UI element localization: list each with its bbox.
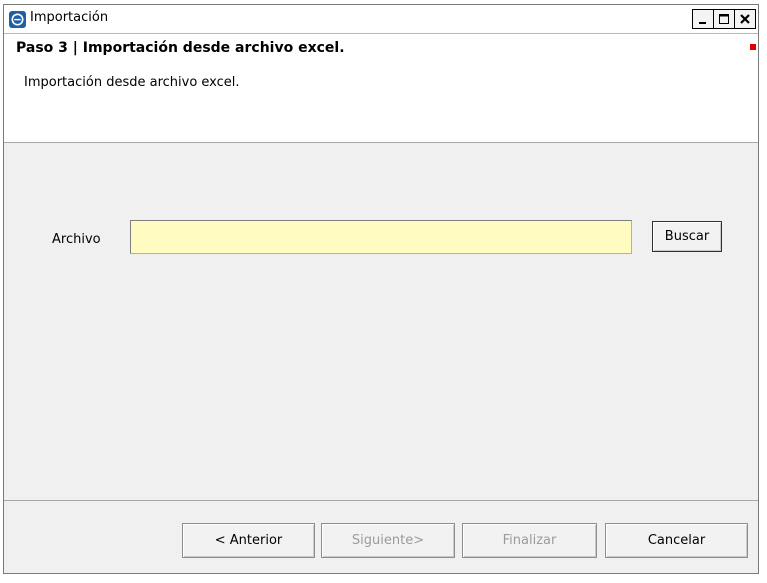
finish-button[interactable]: Finalizar	[462, 523, 597, 558]
browse-button[interactable]: Buscar	[652, 221, 722, 252]
step-description: Importación desde archivo excel.	[24, 75, 240, 90]
cancel-button[interactable]: Cancelar	[605, 523, 748, 558]
file-path-input[interactable]	[130, 220, 632, 254]
maximize-icon[interactable]	[713, 9, 735, 29]
window-controls	[692, 9, 756, 29]
wizard-header: Paso 3 | Importación desde archivo excel…	[4, 34, 758, 143]
wizard-content: Archivo Buscar < Anterior Siguiente> Fin…	[4, 143, 758, 573]
footer-divider	[4, 500, 758, 501]
app-e-icon	[9, 11, 26, 28]
next-button[interactable]: Siguiente>	[321, 523, 455, 558]
title-bar[interactable]: Importación	[4, 5, 758, 34]
close-icon[interactable]	[734, 9, 756, 29]
minimize-icon[interactable]	[692, 9, 714, 29]
status-indicator	[750, 44, 756, 50]
file-label: Archivo	[52, 232, 101, 247]
import-dialog: Importación Paso 3 | Importación desde a…	[3, 4, 759, 574]
previous-button[interactable]: < Anterior	[182, 523, 315, 558]
step-title: Paso 3 | Importación desde archivo excel…	[16, 40, 345, 56]
window-title: Importación	[30, 10, 109, 25]
